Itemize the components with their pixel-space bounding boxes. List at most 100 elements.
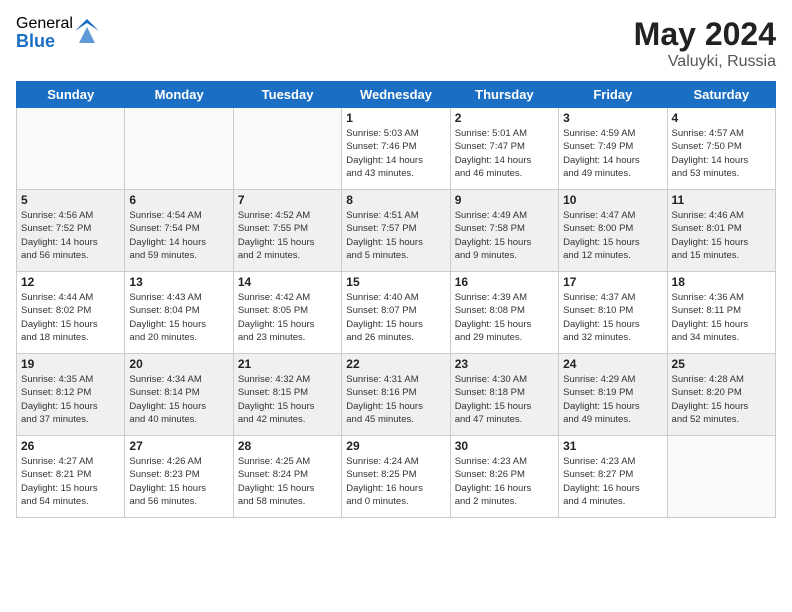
calendar-cell: 27 Sunrise: 4:26 AM Sunset: 8:23 PM Dayli… xyxy=(125,436,233,518)
cell-info: Sunrise: 4:40 AM Sunset: 8:07 PM Dayligh… xyxy=(346,291,445,344)
calendar-cell: 12Sunrise: 4:44 AM Sunset: 8:02 PM Dayli… xyxy=(17,272,125,354)
day-header-sunday: Sunday xyxy=(17,82,125,108)
calendar-cell: 25Sunrise: 4:28 AM Sunset: 8:20 PM Dayli… xyxy=(667,354,775,436)
week-row-1: 1 Sunrise: 5:03 AM Sunset: 7:46 PM Daylig… xyxy=(17,108,776,190)
calendar-table: SundayMondayTuesdayWednesdayThursdayFrid… xyxy=(16,81,776,518)
cell-info: Sunrise: 4:30 AM Sunset: 8:18 PM Dayligh… xyxy=(455,373,554,426)
day-number: 18 xyxy=(672,275,771,289)
calendar-cell: 6 Sunrise: 4:54 AM Sunset: 7:54 PM Daylig… xyxy=(125,190,233,272)
calendar-cell: 14Sunrise: 4:42 AM Sunset: 8:05 PM Dayli… xyxy=(233,272,341,354)
calendar-cell: 2Sunrise: 5:01 AM Sunset: 7:47 PM Daylig… xyxy=(450,108,558,190)
calendar-cell: 15 Sunrise: 4:40 AM Sunset: 8:07 PM Dayli… xyxy=(342,272,450,354)
day-number: 31 xyxy=(563,439,662,453)
day-number: 19 xyxy=(21,357,120,371)
cell-info: Sunrise: 4:36 AM Sunset: 8:11 PM Dayligh… xyxy=(672,291,771,344)
calendar-cell xyxy=(125,108,233,190)
day-number: 30 xyxy=(455,439,554,453)
cell-info: Sunrise: 4:42 AM Sunset: 8:05 PM Dayligh… xyxy=(238,291,337,344)
cell-info: Sunrise: 4:39 AM Sunset: 8:08 PM Dayligh… xyxy=(455,291,554,344)
calendar-cell: 23Sunrise: 4:30 AM Sunset: 8:18 PM Dayli… xyxy=(450,354,558,436)
day-header-friday: Friday xyxy=(559,82,667,108)
calendar-cell: 31Sunrise: 4:23 AM Sunset: 8:27 PM Dayli… xyxy=(559,436,667,518)
calendar-cell: 28 Sunrise: 4:25 AM Sunset: 8:24 PM Dayli… xyxy=(233,436,341,518)
calendar-cell xyxy=(17,108,125,190)
cell-info: Sunrise: 4:35 AM Sunset: 8:12 PM Dayligh… xyxy=(21,373,120,426)
day-number: 7 xyxy=(238,193,337,207)
calendar-cell: 18 Sunrise: 4:36 AM Sunset: 8:11 PM Dayli… xyxy=(667,272,775,354)
day-header-saturday: Saturday xyxy=(667,82,775,108)
cell-info: Sunrise: 4:23 AM Sunset: 8:26 PM Dayligh… xyxy=(455,455,554,508)
calendar-cell: 19 Sunrise: 4:35 AM Sunset: 8:12 PM Dayli… xyxy=(17,354,125,436)
calendar-cell: 24 Sunrise: 4:29 AM Sunset: 8:19 PM Dayli… xyxy=(559,354,667,436)
calendar-cell xyxy=(233,108,341,190)
day-header-monday: Monday xyxy=(125,82,233,108)
cell-info: Sunrise: 4:27 AM Sunset: 8:21 PM Dayligh… xyxy=(21,455,120,508)
week-row-5: 26 Sunrise: 4:27 AM Sunset: 8:21 PM Dayli… xyxy=(17,436,776,518)
logo-text: General Blue xyxy=(16,16,73,50)
location-title: Valuyki, Russia xyxy=(634,53,776,71)
day-number: 22 xyxy=(346,357,445,371)
calendar-cell: 21Sunrise: 4:32 AM Sunset: 8:15 PM Dayli… xyxy=(233,354,341,436)
cell-info: Sunrise: 4:28 AM Sunset: 8:20 PM Dayligh… xyxy=(672,373,771,426)
cell-info: Sunrise: 4:52 AM Sunset: 7:55 PM Dayligh… xyxy=(238,209,337,262)
cell-info: Sunrise: 4:44 AM Sunset: 8:02 PM Dayligh… xyxy=(21,291,120,344)
cell-info: Sunrise: 4:47 AM Sunset: 8:00 PM Dayligh… xyxy=(563,209,662,262)
cell-info: Sunrise: 4:32 AM Sunset: 8:15 PM Dayligh… xyxy=(238,373,337,426)
cell-info: Sunrise: 4:25 AM Sunset: 8:24 PM Dayligh… xyxy=(238,455,337,508)
day-number: 20 xyxy=(129,357,228,371)
day-number: 11 xyxy=(672,193,771,207)
day-number: 9 xyxy=(455,193,554,207)
calendar-cell: 17 Sunrise: 4:37 AM Sunset: 8:10 PM Dayli… xyxy=(559,272,667,354)
day-number: 24 xyxy=(563,357,662,371)
day-number: 4 xyxy=(672,111,771,125)
day-number: 17 xyxy=(563,275,662,289)
calendar-cell: 8 Sunrise: 4:51 AM Sunset: 7:57 PM Daylig… xyxy=(342,190,450,272)
logo-icon xyxy=(75,19,99,43)
cell-info: Sunrise: 4:34 AM Sunset: 8:14 PM Dayligh… xyxy=(129,373,228,426)
day-number: 26 xyxy=(21,439,120,453)
week-row-3: 12Sunrise: 4:44 AM Sunset: 8:02 PM Dayli… xyxy=(17,272,776,354)
calendar-cell: 11Sunrise: 4:46 AM Sunset: 8:01 PM Dayli… xyxy=(667,190,775,272)
cell-info: Sunrise: 4:29 AM Sunset: 8:19 PM Dayligh… xyxy=(563,373,662,426)
day-header-tuesday: Tuesday xyxy=(233,82,341,108)
calendar-cell: 26 Sunrise: 4:27 AM Sunset: 8:21 PM Dayli… xyxy=(17,436,125,518)
calendar-cell: 30 Sunrise: 4:23 AM Sunset: 8:26 PM Dayli… xyxy=(450,436,558,518)
day-header-wednesday: Wednesday xyxy=(342,82,450,108)
day-number: 3 xyxy=(563,111,662,125)
logo-blue: Blue xyxy=(16,32,73,50)
day-number: 1 xyxy=(346,111,445,125)
cell-info: Sunrise: 5:01 AM Sunset: 7:47 PM Dayligh… xyxy=(455,127,554,180)
day-number: 28 xyxy=(238,439,337,453)
day-number: 6 xyxy=(129,193,228,207)
day-number: 16 xyxy=(455,275,554,289)
title-block: May 2024 Valuyki, Russia xyxy=(634,16,776,71)
day-number: 27 xyxy=(129,439,228,453)
calendar-header-row: SundayMondayTuesdayWednesdayThursdayFrid… xyxy=(17,82,776,108)
logo-general: General xyxy=(16,16,73,32)
day-number: 13 xyxy=(129,275,228,289)
day-number: 15 xyxy=(346,275,445,289)
week-row-2: 5 Sunrise: 4:56 AM Sunset: 7:52 PM Daylig… xyxy=(17,190,776,272)
calendar-cell: 5 Sunrise: 4:56 AM Sunset: 7:52 PM Daylig… xyxy=(17,190,125,272)
calendar-cell: 9Sunrise: 4:49 AM Sunset: 7:58 PM Daylig… xyxy=(450,190,558,272)
calendar-cell xyxy=(667,436,775,518)
cell-info: Sunrise: 4:26 AM Sunset: 8:23 PM Dayligh… xyxy=(129,455,228,508)
week-row-4: 19 Sunrise: 4:35 AM Sunset: 8:12 PM Dayli… xyxy=(17,354,776,436)
calendar-cell: 3Sunrise: 4:59 AM Sunset: 7:49 PM Daylig… xyxy=(559,108,667,190)
cell-info: Sunrise: 4:56 AM Sunset: 7:52 PM Dayligh… xyxy=(21,209,120,262)
cell-info: Sunrise: 4:51 AM Sunset: 7:57 PM Dayligh… xyxy=(346,209,445,262)
calendar-cell: 7 Sunrise: 4:52 AM Sunset: 7:55 PM Daylig… xyxy=(233,190,341,272)
calendar-cell: 29Sunrise: 4:24 AM Sunset: 8:25 PM Dayli… xyxy=(342,436,450,518)
cell-info: Sunrise: 4:31 AM Sunset: 8:16 PM Dayligh… xyxy=(346,373,445,426)
day-number: 8 xyxy=(346,193,445,207)
cell-info: Sunrise: 4:57 AM Sunset: 7:50 PM Dayligh… xyxy=(672,127,771,180)
cell-info: Sunrise: 4:54 AM Sunset: 7:54 PM Dayligh… xyxy=(129,209,228,262)
cell-info: Sunrise: 4:37 AM Sunset: 8:10 PM Dayligh… xyxy=(563,291,662,344)
header: General Blue May 2024 Valuyki, Russia xyxy=(16,16,776,71)
logo: General Blue xyxy=(16,16,99,50)
calendar-cell: 4 Sunrise: 4:57 AM Sunset: 7:50 PM Daylig… xyxy=(667,108,775,190)
cell-info: Sunrise: 4:43 AM Sunset: 8:04 PM Dayligh… xyxy=(129,291,228,344)
day-number: 5 xyxy=(21,193,120,207)
calendar-cell: 1 Sunrise: 5:03 AM Sunset: 7:46 PM Daylig… xyxy=(342,108,450,190)
cell-info: Sunrise: 5:03 AM Sunset: 7:46 PM Dayligh… xyxy=(346,127,445,180)
